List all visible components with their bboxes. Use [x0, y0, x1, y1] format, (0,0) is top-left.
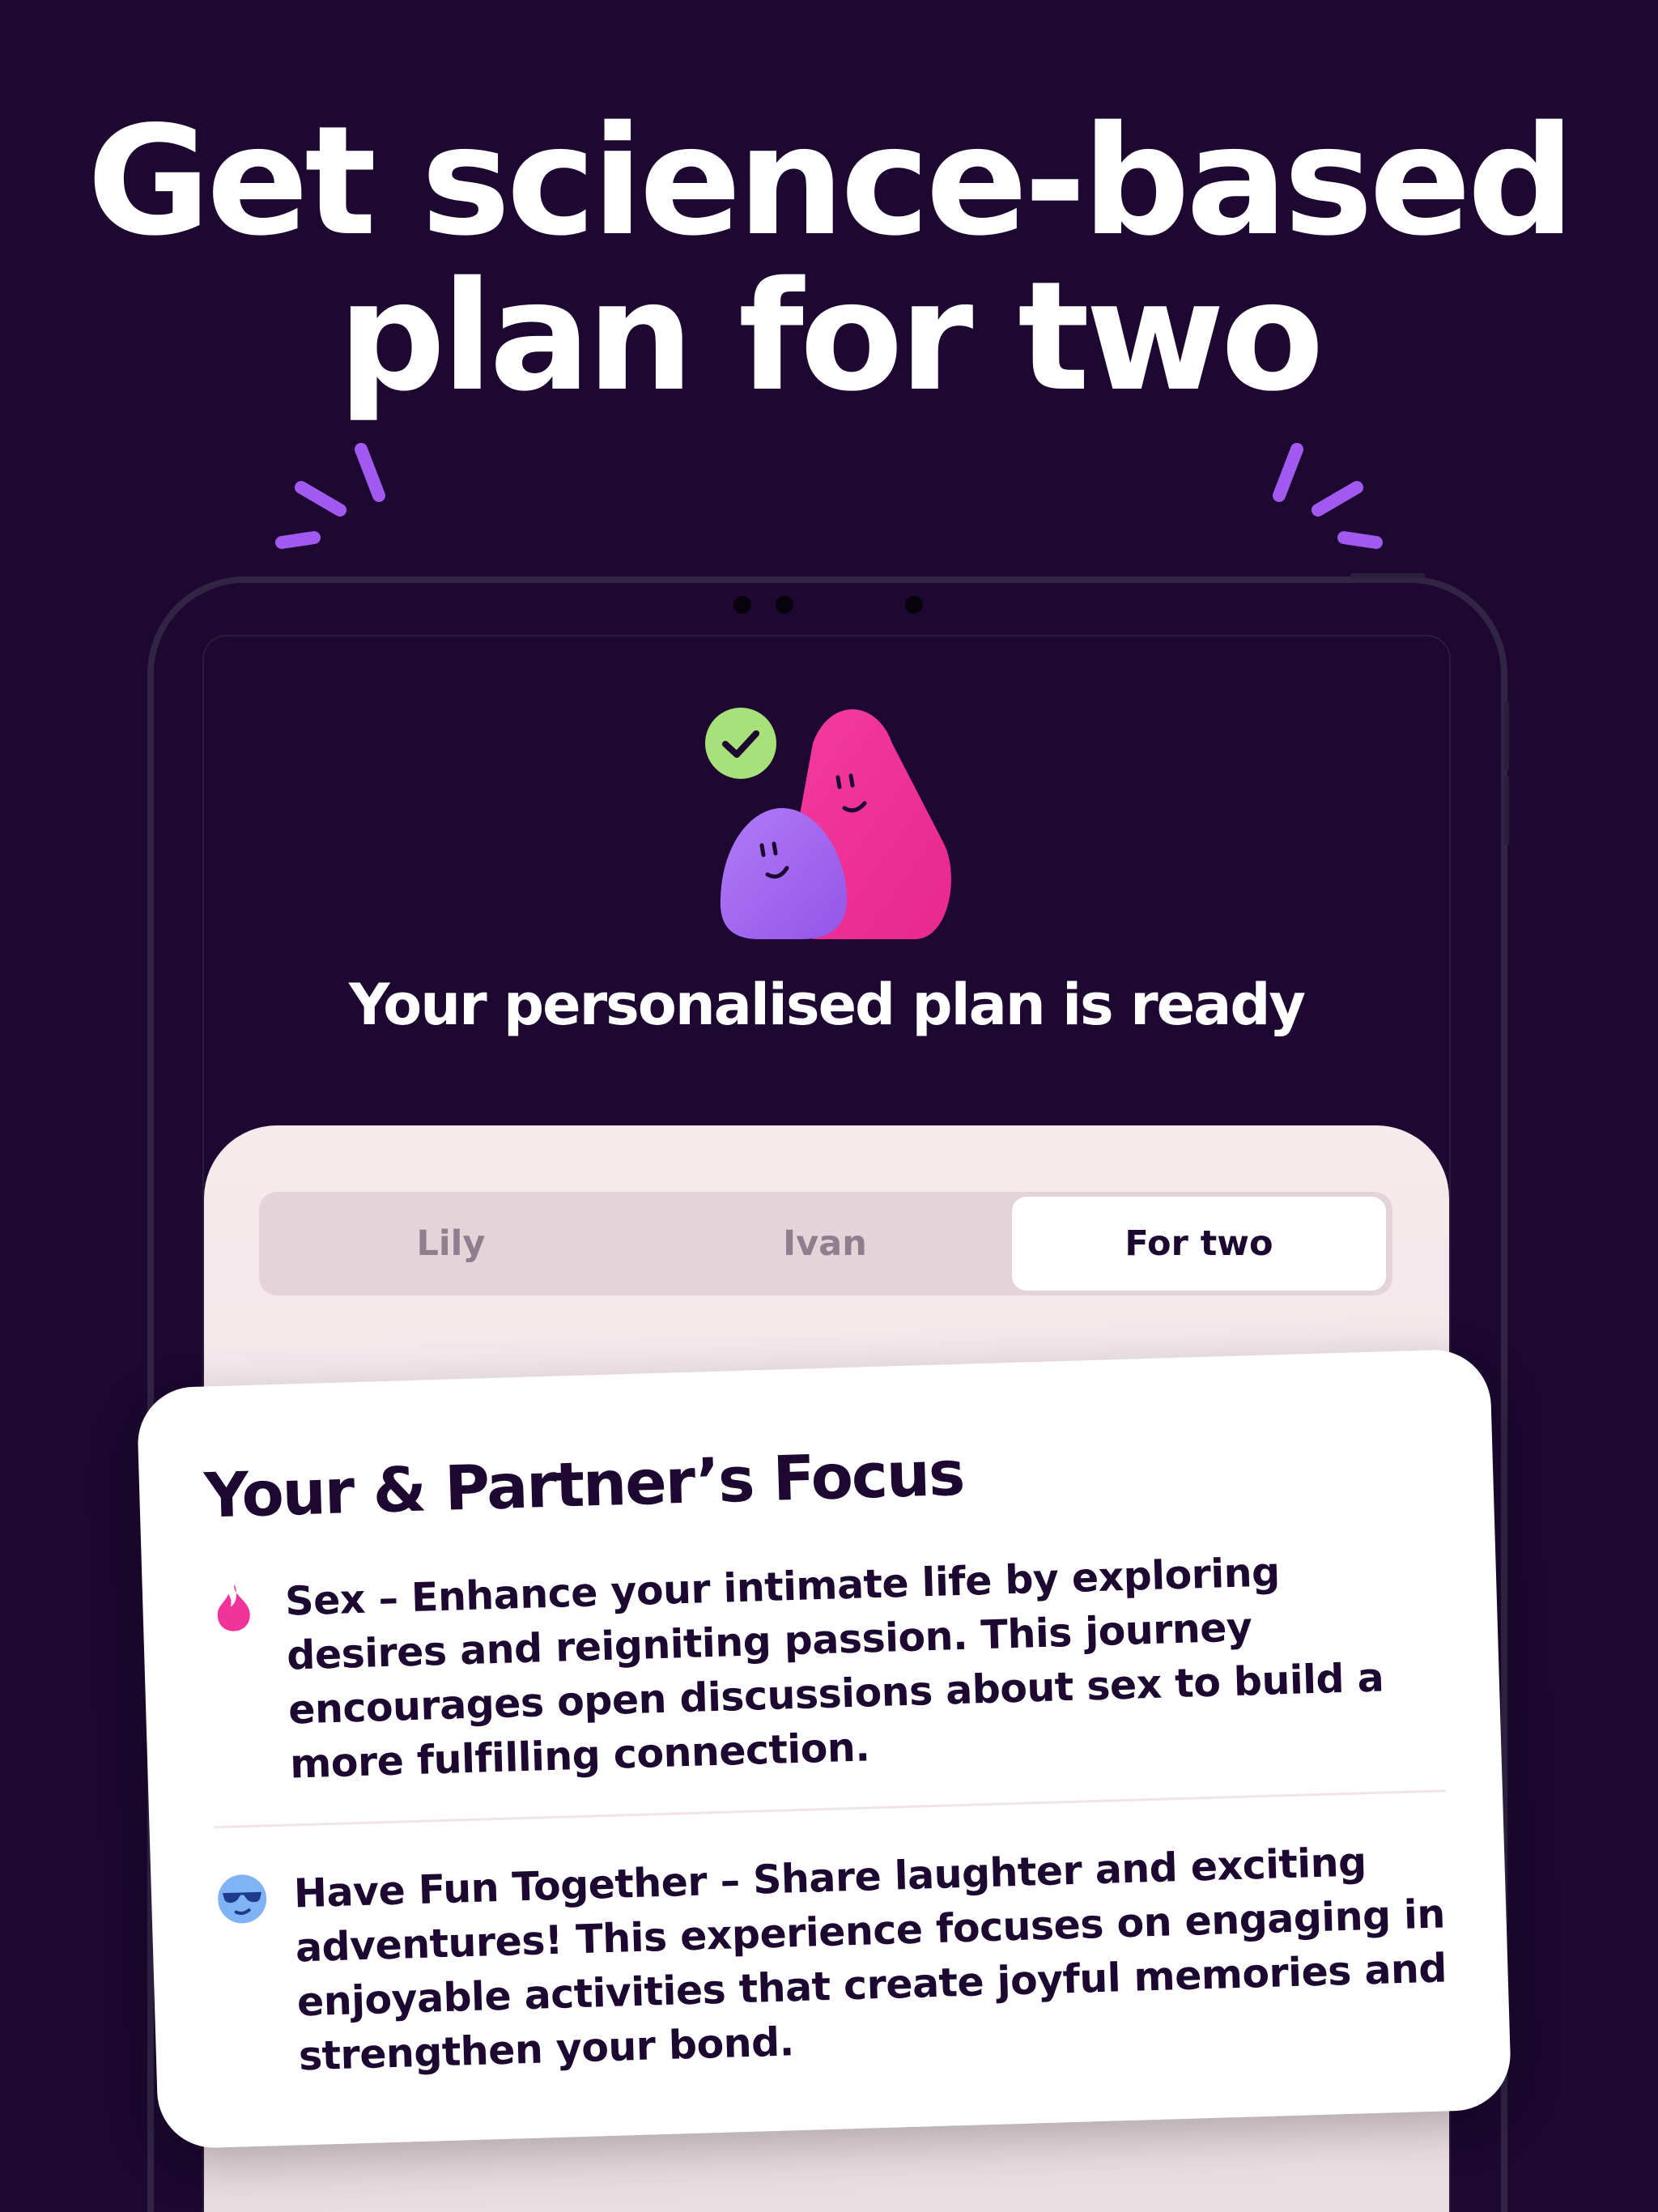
tab-lily[interactable]: Lily — [264, 1197, 638, 1291]
focus-item-have-fun: Have Fun Together – Share laughter and e… — [215, 1832, 1453, 2086]
focus-divider — [214, 1789, 1446, 1829]
checkmark-badge-icon — [705, 708, 776, 779]
camera-icon — [733, 596, 751, 614]
tablet-volume-down-button — [1504, 776, 1509, 845]
app-store-screenshot: Get science-based plan for two Your pers… — [0, 0, 1658, 2212]
focus-item-text: Have Fun Together – Share laughter and e… — [293, 1839, 1448, 2080]
sensor-icon — [905, 596, 923, 614]
tablet-volume-up-button — [1504, 701, 1509, 771]
cool-face-icon — [218, 1874, 267, 1924]
flame-icon — [217, 1584, 250, 1631]
plan-ready-title: Your personalised plan is ready — [348, 972, 1306, 1038]
tab-for-two[interactable]: For two — [1012, 1197, 1386, 1291]
camera-icon — [776, 596, 793, 614]
focus-item-sex: Sex – Enhance your intimate life by expl… — [206, 1540, 1444, 1793]
partner-segmented-control: Lily Ivan For two — [259, 1192, 1392, 1295]
tab-ivan[interactable]: Ivan — [638, 1197, 1012, 1291]
focus-item-text: Sex – Enhance your intimate life by expl… — [284, 1549, 1384, 1788]
marketing-headline: Get science-based plan for two — [0, 104, 1658, 415]
focus-card: Your & Partner’s Focus Sex – Enhance you… — [136, 1348, 1512, 2150]
focus-card-title: Your & Partner’s Focus — [203, 1436, 965, 1532]
headline-line-2: plan for two — [338, 249, 1324, 424]
tablet-top-button — [1350, 573, 1425, 578]
headline-line-1: Get science-based — [87, 93, 1575, 269]
